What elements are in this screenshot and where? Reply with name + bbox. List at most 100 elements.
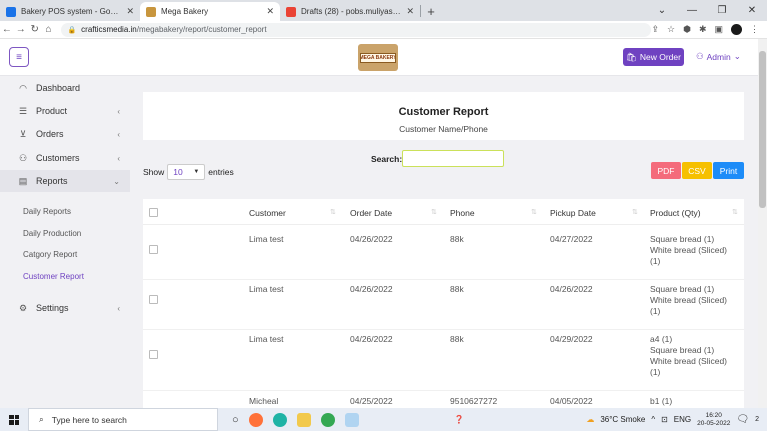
chrome-icon[interactable]	[320, 412, 335, 427]
cell-products: a4 (1) Square bread (1) White bread (Sli…	[650, 334, 727, 378]
edge-icon[interactable]	[272, 412, 287, 427]
product-line: White bread (Sliced)	[650, 245, 728, 255]
new-tab-plus-icon[interactable]: +	[421, 2, 441, 21]
entries-select[interactable]: 10 ▼	[167, 164, 206, 180]
cell-phone: 88k	[450, 334, 464, 344]
search-icon: ⌕	[39, 414, 44, 424]
language-indicator[interactable]: ENG	[674, 415, 691, 424]
sort-icon[interactable]: ⇅	[330, 208, 336, 216]
row-checkbox[interactable]	[149, 295, 158, 304]
product-line: White bread (Sliced)	[650, 295, 728, 305]
print-button[interactable]: Print	[713, 162, 744, 179]
sidebar-item-dashboard[interactable]: ◠ Dashboard	[0, 77, 130, 99]
column-header-pickup-date[interactable]: Pickup Date	[550, 208, 596, 218]
search-input[interactable]	[402, 150, 504, 167]
sidebar-sub-customer-report[interactable]: Customer Report	[23, 272, 84, 281]
sidebar: ◠ Dashboard ☰ Product ‹ ⊻ Orders ‹ ⚇ Cus…	[0, 76, 130, 408]
home-icon[interactable]: ⌂	[42, 24, 56, 35]
tab-label: Mega Bakery	[161, 7, 209, 16]
column-header-order-date[interactable]: Order Date	[350, 208, 392, 218]
pdf-button[interactable]: PDF	[651, 162, 681, 179]
new-order-button[interactable]: 🛍 New Order	[623, 48, 684, 66]
product-line: (1)	[650, 256, 661, 266]
chevron-left-icon: ‹	[117, 129, 120, 139]
scrollbar-thumb[interactable]	[759, 51, 766, 208]
mega-bakery-logo[interactable]: MEGA BAKERY	[358, 44, 398, 71]
clock[interactable]: 16:20 20-05-2022	[697, 412, 730, 428]
network-icon[interactable]: ⊡	[661, 415, 668, 424]
sidebar-item-customers[interactable]: ⚇ Customers ‹	[0, 147, 130, 169]
page-scrollbar[interactable]	[758, 39, 767, 408]
browser-toolbar: ← → ↻ ⌂ 🔒 crafticsmedia.in /megabakery/r…	[0, 21, 767, 39]
star-icon[interactable]: ☆	[667, 24, 675, 35]
sort-icon[interactable]: ⇅	[732, 208, 738, 216]
sort-icon[interactable]: ⇅	[632, 208, 638, 216]
sidebar-item-label: Customers	[36, 153, 80, 163]
weather-text[interactable]: 36°C Smoke	[600, 415, 645, 424]
admin-menu[interactable]: ⚇ Admin ⌄	[696, 51, 741, 62]
close-icon[interactable]: ✕	[126, 6, 134, 17]
csv-button[interactable]: CSV	[682, 162, 712, 179]
reload-icon[interactable]: ↻	[28, 24, 42, 35]
column-header-phone[interactable]: Phone	[450, 208, 475, 218]
puzzle-icon[interactable]: ✱	[699, 24, 707, 35]
sidebar-item-orders[interactable]: ⊻ Orders ‹	[0, 123, 130, 145]
sidebar-sub-daily-reports[interactable]: Daily Reports	[23, 207, 71, 216]
cell-pickup-date: 04/05/2022	[550, 396, 593, 406]
bakery-favicon-icon	[146, 6, 156, 17]
cell-pickup-date: 04/26/2022	[550, 284, 593, 294]
column-header-product-qty[interactable]: Product (Qty)	[650, 208, 701, 218]
task-view-icon[interactable]: ○	[232, 414, 239, 426]
lock-icon: 🔒	[67, 26, 77, 34]
tray-up-arrow-icon[interactable]: ^	[651, 415, 655, 424]
firefox-icon[interactable]	[248, 412, 263, 427]
sidebar-sub-daily-production[interactable]: Daily Production	[23, 229, 81, 238]
tab-label: Drafts (28) - pobs.muliyashiya@g	[301, 7, 403, 16]
select-all-checkbox[interactable]	[149, 208, 158, 217]
sidebar-sub-category-report[interactable]: Catgory Report	[23, 250, 77, 259]
sort-icon[interactable]: ⇅	[531, 208, 537, 216]
sidepanel-icon[interactable]: ▣	[714, 24, 723, 35]
notification-icon[interactable]: 🗨	[736, 414, 749, 425]
address-bar[interactable]: 🔒 crafticsmedia.in /megabakery/report/cu…	[61, 22, 652, 37]
browser-tab-mega-bakery[interactable]: Mega Bakery ✕	[140, 2, 280, 21]
clock-date: 20-05-2022	[697, 419, 731, 427]
row-checkbox[interactable]	[149, 350, 158, 359]
main-content: Customer Report Customer Name/Phone Show…	[130, 76, 758, 408]
share-icon[interactable]: ⇪	[651, 24, 659, 35]
row-divider	[143, 390, 744, 391]
row-checkbox[interactable]	[149, 245, 158, 254]
kebab-menu-icon[interactable]: ⋮	[750, 24, 759, 35]
file-explorer-icon[interactable]	[296, 412, 311, 427]
close-icon[interactable]: ✕	[406, 6, 414, 17]
start-button[interactable]	[0, 408, 28, 431]
taskbar-search-box[interactable]: ⌕ Type here to search	[28, 408, 218, 431]
chevron-left-icon: ‹	[117, 153, 120, 163]
back-arrow-icon[interactable]: ←	[0, 24, 14, 35]
browser-tab-docs[interactable]: Bakery POS system - Google Do ✕	[0, 2, 140, 21]
minimize-icon[interactable]: —	[677, 0, 707, 21]
chevron-down-icon[interactable]: ⌄	[647, 0, 677, 21]
sidebar-item-product[interactable]: ☰ Product ‹	[0, 100, 130, 122]
restore-icon[interactable]: ❐	[707, 0, 737, 21]
product-line: a4 (1)	[650, 334, 673, 344]
close-icon[interactable]: ✕	[266, 6, 274, 17]
browser-tab-gmail[interactable]: Drafts (28) - pobs.muliyashiya@g ✕	[280, 2, 420, 21]
cell-order-date: 04/26/2022	[350, 284, 393, 294]
hamburger-menu-icon[interactable]: ≡	[9, 47, 29, 67]
forward-arrow-icon[interactable]: →	[14, 24, 28, 35]
help-icon[interactable]: ❓	[454, 415, 464, 424]
sidebar-item-reports[interactable]: ▤ Reports ⌄	[0, 170, 130, 192]
clock-time: 16:20	[705, 411, 722, 419]
sidebar-item-settings[interactable]: ⚙ Settings ‹	[0, 297, 130, 319]
cell-phone: 88k	[450, 234, 464, 244]
sort-icon[interactable]: ⇅	[431, 208, 437, 216]
url-path: /megabakery/report/customer_report	[136, 25, 267, 34]
user-icon: ⚇	[18, 152, 28, 163]
browser-extension-icons: ⇪ ☆ ⬢ ✱ ▣ ⋮	[651, 24, 767, 35]
close-window-icon[interactable]: ✕	[737, 0, 767, 21]
profile-avatar-icon[interactable]	[731, 24, 742, 35]
paint-icon[interactable]	[344, 412, 359, 427]
extension-icon[interactable]: ⬢	[683, 24, 691, 35]
column-header-customer[interactable]: Customer	[249, 208, 286, 218]
